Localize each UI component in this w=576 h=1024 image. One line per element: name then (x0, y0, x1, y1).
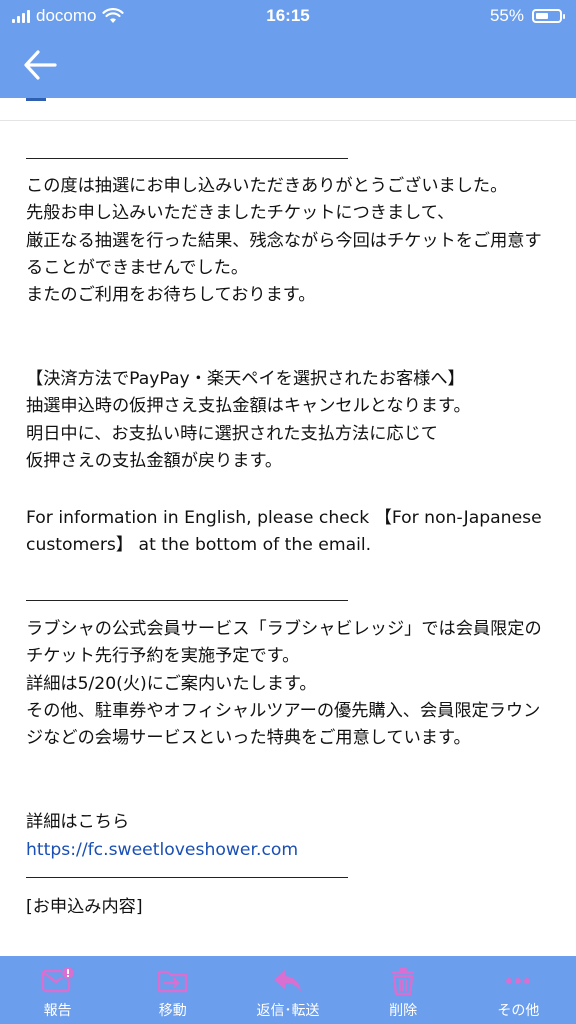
separator-line (26, 877, 348, 878)
separator-line (26, 158, 348, 159)
status-right: 55% (489, 6, 565, 26)
reply-icon (271, 966, 305, 996)
details-label: 詳細はこちら (26, 812, 130, 832)
details-link[interactable]: https://fc.sweetloveshower.com (26, 837, 556, 864)
status-bar: docomo 16:15 55% (0, 0, 576, 32)
battery-icon (532, 9, 565, 23)
delete-label: 削除 (389, 1003, 418, 1019)
header-divider (0, 120, 576, 121)
back-button[interactable] (22, 48, 62, 82)
move-folder-icon (156, 966, 190, 996)
email-body[interactable]: この度は抽選にお申し込みいただきありがとうございました。 先般お申し込みいただき… (0, 98, 576, 956)
battery-level (536, 13, 548, 19)
separator-line (26, 600, 348, 601)
arrow-left-icon (24, 50, 57, 80)
lottery-result-paragraph: この度は抽選にお申し込みいただきありがとうございました。 先般お申し込みいただき… (26, 176, 542, 306)
more-icon (501, 966, 535, 996)
more-label: その他 (497, 1003, 540, 1019)
payment-notice-paragraph: 【決済方法でPayPay・楽天ペイを選択されたお客様へ】 抽選申込時の仮押さえ支… (26, 369, 471, 471)
english-notice-paragraph: For information in English, please check… (26, 508, 542, 556)
nav-bar (0, 32, 576, 98)
report-button[interactable]: 報告 (8, 956, 108, 1024)
bottom-toolbar: 報告 移動 返信･転送 削除 その他 (0, 956, 576, 1024)
report-label: 報告 (43, 1003, 72, 1019)
fan-club-paragraph: ラブシャの公式会員サービス「ラブシャビレッジ」では会員限定のチケット先行予約を実… (26, 619, 542, 749)
battery-percent: 55% (489, 6, 524, 25)
delete-button[interactable]: 削除 (353, 956, 453, 1024)
move-label: 移動 (158, 1003, 187, 1019)
application-heading: [お申込み内容] (26, 897, 143, 917)
trash-icon (386, 966, 420, 996)
reply-forward-button[interactable]: 返信･転送 (238, 956, 338, 1024)
report-mail-icon (41, 966, 75, 996)
cut-off-text-fragment (26, 98, 46, 101)
more-button[interactable]: その他 (468, 956, 568, 1024)
reply-forward-label: 返信･転送 (256, 1003, 320, 1019)
move-button[interactable]: 移動 (123, 956, 223, 1024)
